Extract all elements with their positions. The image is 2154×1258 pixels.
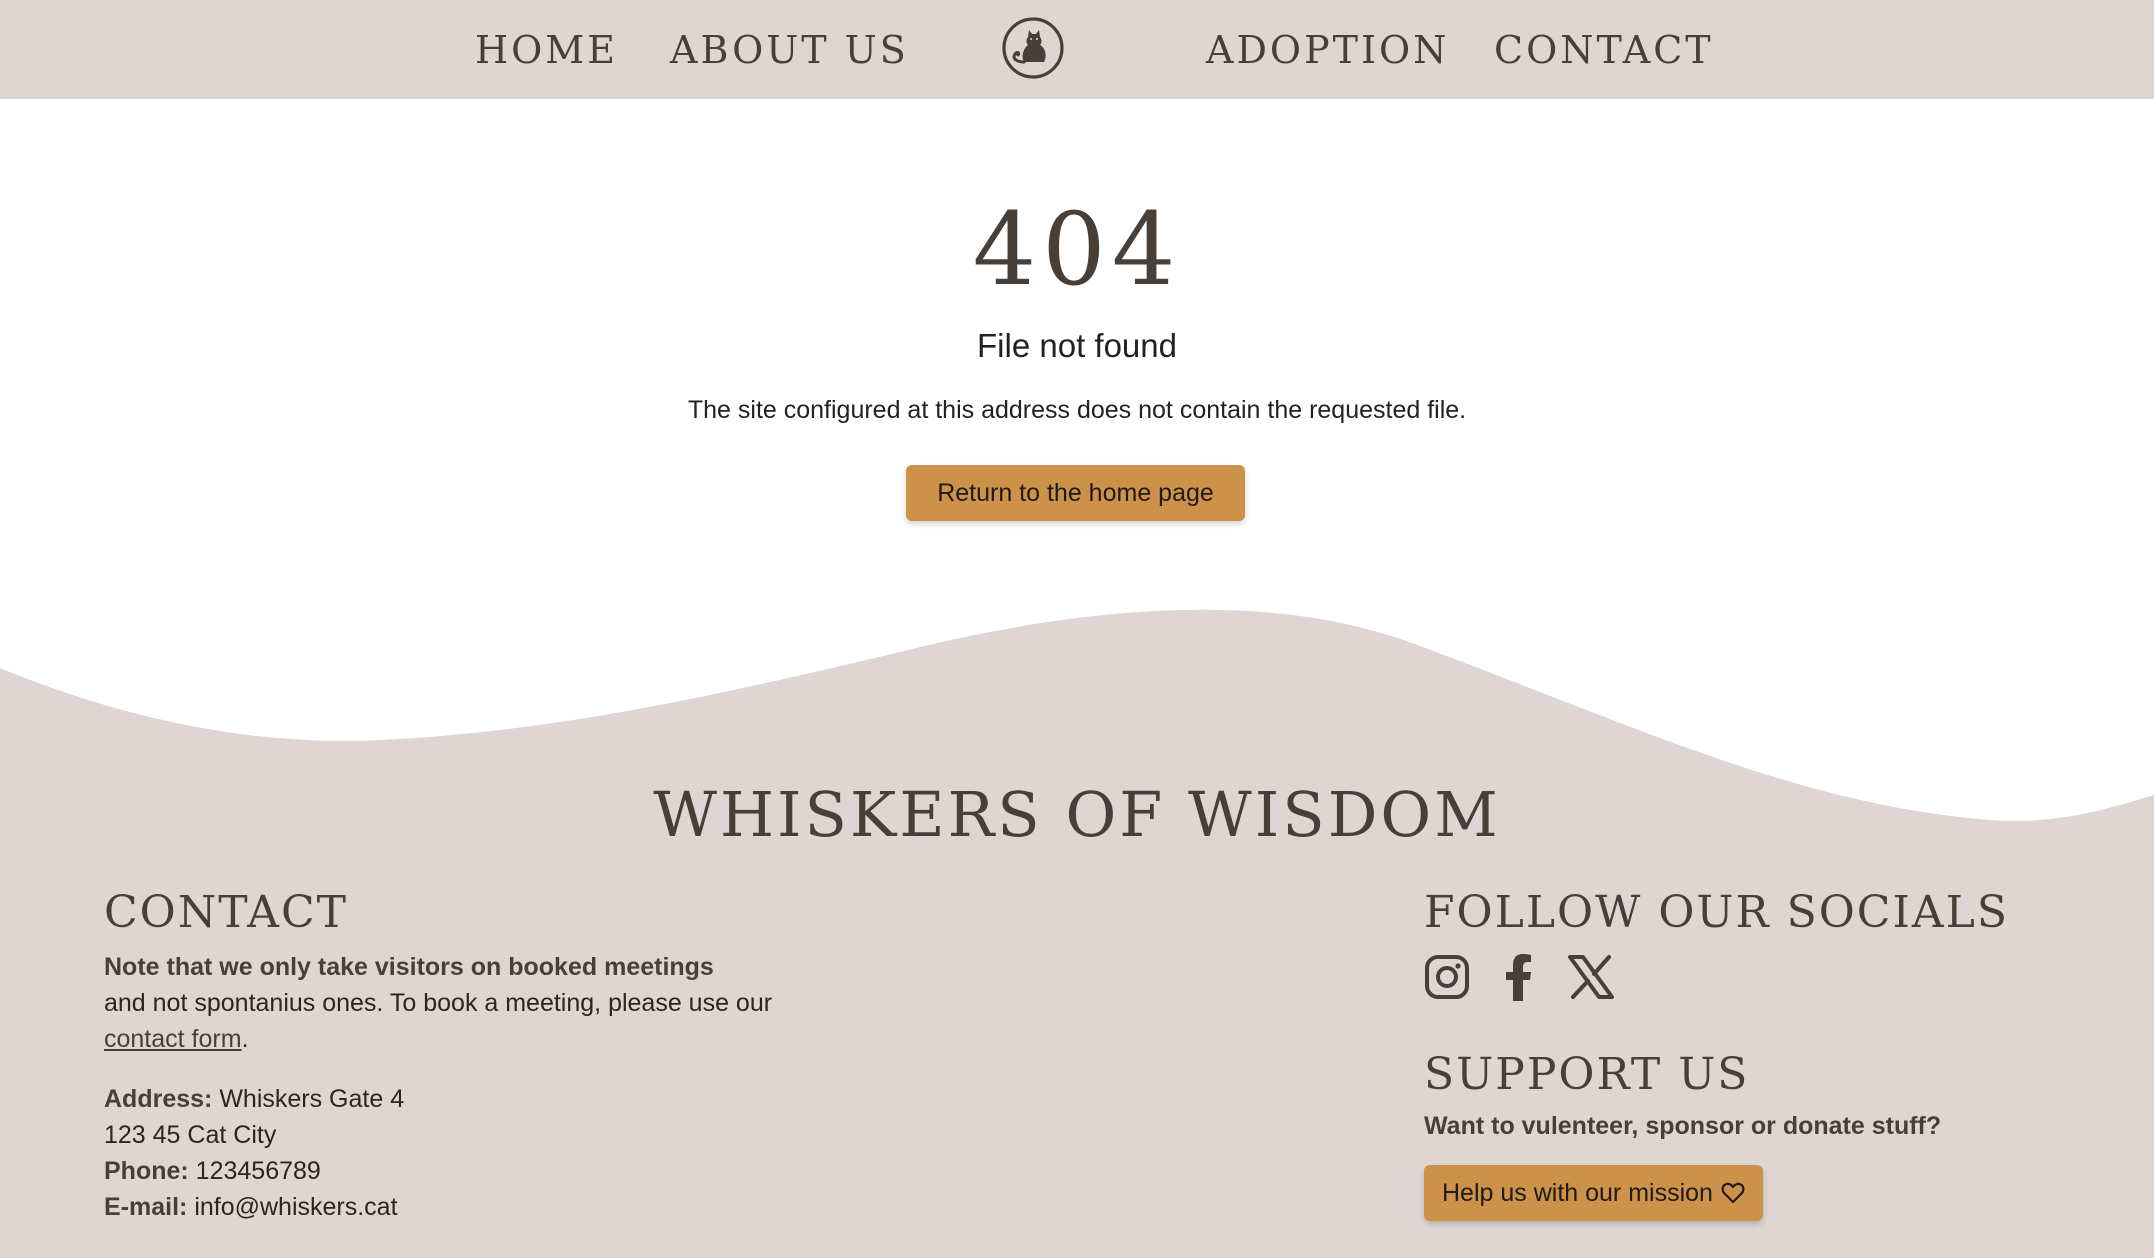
x-icon[interactable] <box>1568 953 1614 1001</box>
address-label: Address: <box>104 1085 213 1113</box>
nav-adoption-link[interactable]: ADOPTION <box>1206 28 1449 72</box>
return-home-button[interactable]: Return to the home page <box>906 465 1245 521</box>
error-message: The site configured at this address does… <box>687 396 1467 424</box>
footer-contact-section: CONTACT Note that we only take visitors … <box>104 885 804 1225</box>
address-line1: Whiskers Gate 4 <box>219 1085 405 1113</box>
phone-label: Phone: <box>104 1157 189 1185</box>
booking-note: Note that we only take visitors on booke… <box>104 949 804 1057</box>
footer-contact-heading: CONTACT <box>104 887 348 938</box>
footer-brand-title: WHISKERS OF WISDOM <box>653 778 1501 851</box>
footer-socials-section: FOLLOW OUR SOCIALS SUPPORT US Want to vu… <box>1424 885 2124 1221</box>
booking-note-text: and not spontanius ones. To book a meeti… <box>104 989 773 1017</box>
heart-icon <box>1721 1182 1745 1204</box>
phone-value: 123456789 <box>195 1157 321 1185</box>
support-heading: SUPPORT US <box>1424 1049 1750 1100</box>
socials-heading: FOLLOW OUR SOCIALS <box>1424 887 2009 938</box>
booking-note-bold: Note that we only take visitors on booke… <box>104 953 714 981</box>
social-links <box>1424 947 2124 1007</box>
nav-about-link[interactable]: ABOUT US <box>670 28 909 72</box>
support-question: Want to vulenteer, sponsor or donate stu… <box>1424 1112 1942 1140</box>
address-line2: 123 45 Cat City <box>104 1121 277 1149</box>
nav-contact-link[interactable]: CONTACT <box>1494 28 1714 72</box>
booking-note-period: . <box>241 1025 249 1053</box>
top-nav: HOME ABOUT US ADOPTION CONTACT <box>0 0 2154 99</box>
address-block: Address: Whiskers Gate 4 123 45 Cat City… <box>104 1081 804 1225</box>
error-title: File not found <box>977 327 1177 364</box>
instagram-icon[interactable] <box>1424 953 1470 1001</box>
help-mission-button[interactable]: Help us with our mission <box>1424 1165 1763 1221</box>
error-code: 404 <box>972 191 1182 308</box>
email-value: info@whiskers.cat <box>194 1193 398 1221</box>
help-mission-label: Help us with our mission <box>1442 1178 1713 1207</box>
email-label: E-mail: <box>104 1193 188 1221</box>
nav-home-link[interactable]: HOME <box>475 28 618 72</box>
facebook-icon[interactable] <box>1496 953 1542 1001</box>
contact-form-link[interactable]: contact form <box>104 1025 242 1053</box>
cat-logo-icon[interactable] <box>1000 15 1066 81</box>
